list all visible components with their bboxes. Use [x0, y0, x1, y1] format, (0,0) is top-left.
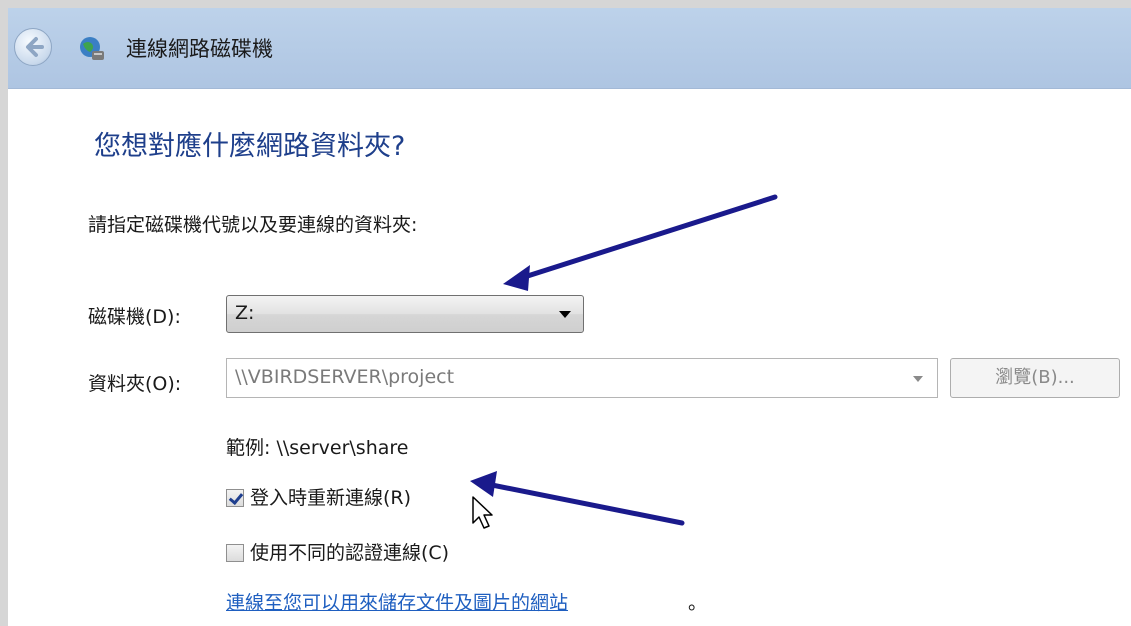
dialog-content: 您想對應什麼網路資料夾? 請指定磁碟機代號以及要連線的資料夾: 磁碟機(D): …: [8, 88, 1131, 626]
different-credentials-label[interactable]: 使用不同的認證連線(C): [250, 542, 449, 564]
reconnect-option[interactable]: 登入時重新連線(R): [226, 483, 411, 510]
drive-label: 磁碟機(D):: [88, 306, 181, 328]
link-suffix: 。: [688, 592, 708, 614]
page-heading: 您想對應什麼網路資料夾?: [94, 131, 406, 162]
titlebar: 連線網路磁碟機: [8, 8, 1131, 89]
reconnect-label[interactable]: 登入時重新連線(R): [250, 487, 411, 509]
instruction-text: 請指定磁碟機代號以及要連線的資料夾:: [88, 214, 418, 236]
storage-website-link[interactable]: 連線至您可以用來儲存文件及圖片的網站: [226, 588, 568, 615]
browse-button[interactable]: 瀏覽(B)...: [950, 358, 1120, 398]
chevron-down-icon: [559, 311, 571, 318]
reconnect-checkbox[interactable]: [226, 489, 244, 507]
back-arrow-icon: [26, 37, 44, 57]
different-credentials-option[interactable]: 使用不同的認證連線(C): [226, 538, 449, 565]
window-title: 連線網路磁碟機: [126, 37, 273, 61]
drive-letter-dropdown[interactable]: Z:: [226, 295, 584, 333]
folder-combobox[interactable]: \\VBIRDSERVER\project: [226, 358, 938, 398]
network-drive-icon: [80, 37, 104, 60]
folder-label: 資料夾(O):: [88, 373, 182, 395]
drive-letter-value: Z:: [235, 302, 255, 324]
chevron-down-icon[interactable]: [913, 376, 923, 382]
folder-path-value: \\VBIRDSERVER\project: [235, 366, 455, 388]
back-button[interactable]: [14, 28, 52, 66]
map-network-drive-window: 連線網路磁碟機 您想對應什麼網路資料夾? 請指定磁碟機代號以及要連線的資料夾: …: [0, 8, 1131, 626]
different-credentials-checkbox[interactable]: [226, 544, 244, 562]
mouse-cursor-icon: [472, 496, 493, 529]
example-hint: 範例: \\server\share: [226, 437, 409, 459]
